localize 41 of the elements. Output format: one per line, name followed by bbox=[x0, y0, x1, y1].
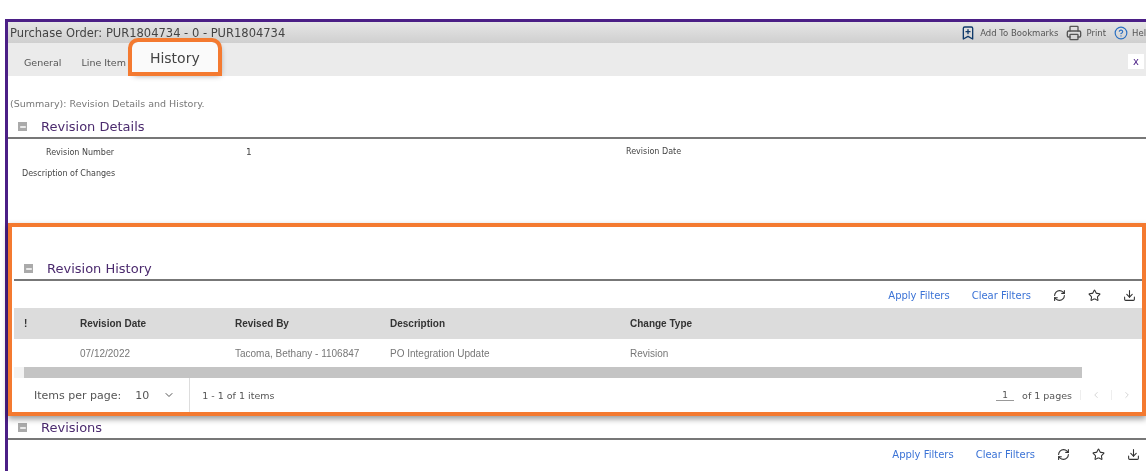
tab[interactable]: Line Item bbox=[73, 57, 134, 76]
table-cell-text: Tacoma, Bethany - 1106847 bbox=[235, 347, 361, 359]
horizontal-scrollbar[interactable] bbox=[14, 367, 1082, 378]
section-title: Revision History bbox=[47, 261, 152, 276]
header-action[interactable]: Hel bbox=[1114, 25, 1146, 40]
download-icon[interactable] bbox=[1123, 289, 1136, 302]
column-header: Change Type bbox=[630, 318, 694, 329]
window-title: Purchase Order: PUR1804734 - 0 - PUR1804734 bbox=[10, 25, 286, 40]
printer-icon bbox=[1066, 24, 1083, 41]
section-title: Revisions bbox=[41, 420, 103, 435]
refresh-icon[interactable] bbox=[1053, 289, 1066, 302]
download-icon[interactable] bbox=[1127, 448, 1140, 461]
summary-text: (Summary): Revision Details and History. bbox=[9, 97, 206, 109]
page-count: of 1 pages bbox=[1021, 389, 1073, 401]
table-cell-text: 07/12/2022 bbox=[80, 347, 132, 359]
table-cell-text: Revision bbox=[630, 347, 670, 359]
header-action[interactable]: Add To Bookmarks bbox=[960, 24, 1059, 41]
column-header: Description bbox=[390, 318, 446, 329]
items-per-page-select[interactable]: Items per page: 10 bbox=[14, 378, 191, 412]
page-field[interactable]: 1 bbox=[996, 389, 1015, 401]
filter-link[interactable]: Apply Filters bbox=[892, 449, 954, 460]
tab[interactable]: General bbox=[16, 57, 70, 76]
column-header: Revision Date bbox=[80, 318, 148, 329]
close-button[interactable]: x bbox=[1128, 54, 1144, 69]
item-range: 1 - 1 of 1 items bbox=[201, 389, 276, 401]
header-action[interactable]: Print bbox=[1066, 24, 1106, 41]
help-icon bbox=[1114, 25, 1128, 40]
field-label: Revision Number bbox=[46, 148, 116, 157]
section-title: Revision Details bbox=[41, 119, 145, 134]
field-label: Revision Date bbox=[626, 147, 683, 156]
field-value: 1 bbox=[246, 147, 252, 157]
filter-link[interactable]: Clear Filters bbox=[971, 290, 1031, 301]
column-header: Revised By bbox=[235, 318, 290, 329]
filter-link[interactable]: Apply Filters bbox=[888, 290, 950, 301]
table-cell-text: PO Integration Update bbox=[390, 347, 491, 359]
refresh-icon[interactable] bbox=[1057, 448, 1070, 461]
field-label: Description of Changes bbox=[22, 169, 117, 178]
star-icon[interactable] bbox=[1088, 289, 1101, 302]
column-header: ! bbox=[24, 318, 29, 329]
star-icon[interactable] bbox=[1092, 448, 1105, 461]
filter-link[interactable]: Clear Filters bbox=[975, 449, 1035, 460]
